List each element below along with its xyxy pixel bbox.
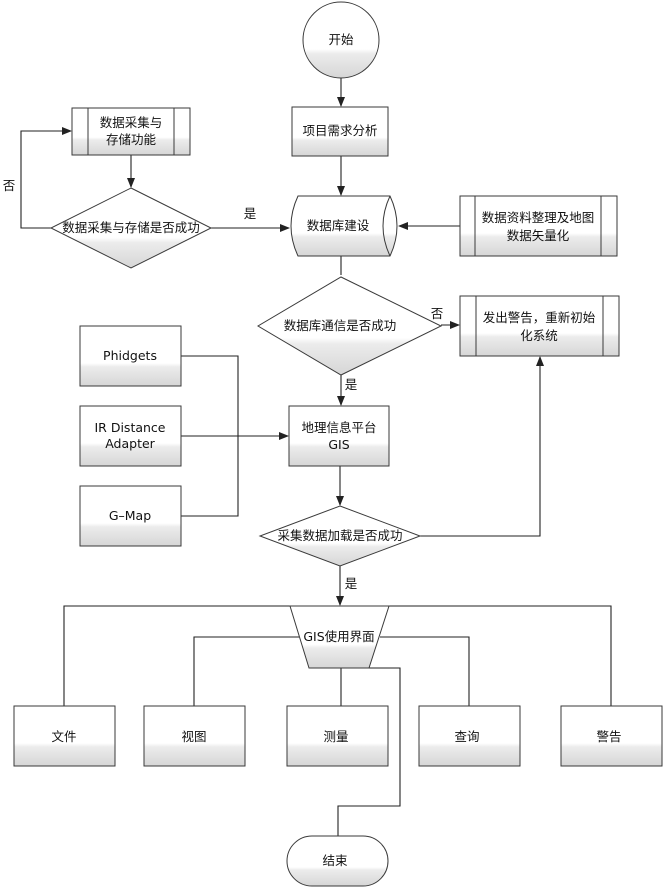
db-yes-label: 是 bbox=[345, 377, 358, 392]
start-label: 开始 bbox=[328, 32, 354, 47]
gis-platform-label-line1: 地理信息平台 bbox=[301, 420, 376, 435]
load-decision-label: 采集数据加载是否成功 bbox=[277, 528, 402, 543]
warn-reinit-label-line2: 化系统 bbox=[520, 328, 558, 343]
collect-no-label: 否 bbox=[3, 178, 16, 193]
measure-node: 测量 bbox=[286, 705, 389, 767]
gmap-label: G–Map bbox=[109, 508, 151, 523]
view-node: 视图 bbox=[143, 705, 246, 767]
alert-node: 警告 bbox=[560, 705, 663, 767]
edge-ui-view bbox=[193, 636, 300, 706]
db-no-label: 否 bbox=[431, 306, 444, 321]
alert-label: 警告 bbox=[596, 729, 621, 744]
requirements-node: 项目需求分析 bbox=[291, 106, 389, 157]
collect-store-node: 数据采集与 存储功能 bbox=[71, 107, 191, 156]
db-comm-decision-node: 数据库通信是否成功 bbox=[257, 276, 443, 376]
file-label: 文件 bbox=[51, 729, 76, 744]
collect-decision-label: 数据采集与存储是否成功 bbox=[62, 220, 200, 235]
data-vector-label-line1: 数据资料整理及地图 bbox=[482, 210, 595, 225]
query-node: 查询 bbox=[418, 705, 521, 767]
ir-adapter-node: IR Distance Adapter bbox=[79, 405, 182, 467]
phidgets-label: Phidgets bbox=[103, 348, 157, 363]
edge-load-no bbox=[420, 356, 544, 537]
database-label: 数据库建设 bbox=[307, 218, 370, 233]
gis-ui-label: GIS使用界面 bbox=[303, 629, 374, 644]
collect-store-label-line1: 数据采集与 bbox=[100, 115, 163, 130]
warn-reinit-label-line1: 发出警告，重新初始 bbox=[483, 310, 596, 325]
warn-reinit-node: 发出警告，重新初始 化系统 bbox=[459, 295, 620, 357]
ir-adapter-label-line1: IR Distance bbox=[94, 420, 165, 435]
collect-store-label-line2: 存储功能 bbox=[106, 132, 157, 147]
requirements-label: 项目需求分析 bbox=[302, 123, 377, 138]
start-node: 开始 bbox=[302, 1, 380, 79]
db-comm-decision-label: 数据库通信是否成功 bbox=[284, 318, 397, 333]
ir-adapter-label-line2: Adapter bbox=[105, 436, 155, 451]
gmap-node: G–Map bbox=[79, 485, 182, 547]
edge-ui-query bbox=[380, 636, 470, 706]
gis-ui-node: GIS使用界面 bbox=[289, 605, 390, 669]
query-label: 查询 bbox=[454, 729, 479, 744]
database-node: 数据库建设 bbox=[290, 195, 398, 257]
flowchart: 开始 项目需求分析 数据采集与 存储功能 数据采集与存储是否成功 否 是 数据库… bbox=[3, 1, 663, 887]
collect-yes-label: 是 bbox=[244, 206, 257, 221]
collect-decision-node: 数据采集与存储是否成功 bbox=[49, 187, 213, 269]
file-node: 文件 bbox=[13, 705, 116, 767]
gis-platform-node: 地理信息平台 GIS bbox=[288, 405, 390, 467]
load-yes-label: 是 bbox=[345, 576, 358, 591]
end-node: 结束 bbox=[286, 835, 389, 887]
end-label: 结束 bbox=[322, 853, 348, 868]
gis-platform-label-line2: GIS bbox=[328, 437, 349, 452]
phidgets-node: Phidgets bbox=[79, 325, 182, 387]
view-label: 视图 bbox=[181, 729, 206, 744]
measure-label: 测量 bbox=[323, 729, 348, 744]
data-vector-label-line2: 数据矢量化 bbox=[507, 228, 570, 243]
load-decision-node: 采集数据加载是否成功 bbox=[258, 505, 422, 567]
edge-collect-no bbox=[20, 127, 72, 229]
data-vector-node: 数据资料整理及地图 数据矢量化 bbox=[459, 195, 618, 257]
